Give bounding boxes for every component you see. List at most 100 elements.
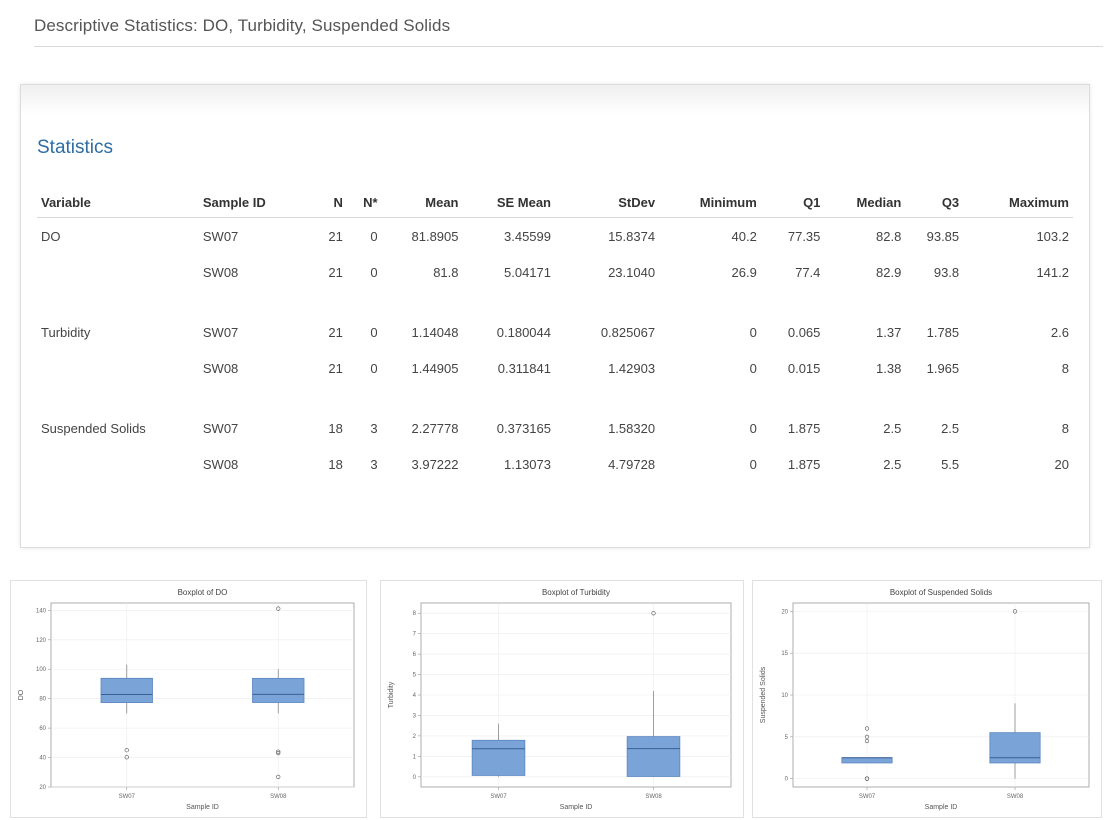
- y-tick-label: 10: [781, 693, 788, 699]
- cell-q3: 1.965: [926, 360, 960, 376]
- cell-minimum: 0: [749, 420, 757, 436]
- y-tick-label: 60: [39, 726, 46, 732]
- y-tick-label: 15: [781, 651, 788, 657]
- y-tick-label: 8: [413, 611, 417, 617]
- cell-variable: [37, 446, 199, 482]
- cell-se-mean: 1.13073: [504, 456, 551, 472]
- cell-q3: 93.8: [933, 264, 960, 280]
- cell-stdev: 1.58320: [608, 420, 656, 436]
- cell-stdev: 1.42903: [608, 360, 656, 376]
- y-tick-label: 4: [413, 693, 417, 699]
- cell-mean: 1.14048: [411, 324, 459, 340]
- cell-maximum: 103.2: [1036, 228, 1069, 244]
- y-axis-label: Suspended Solids: [760, 666, 767, 723]
- table-row: SW08 21 0 1.44905 0.311841 1.42903 0 0.015 1.38 1…: [37, 350, 1073, 386]
- cell-median: 82.8: [876, 228, 902, 244]
- table-row: Turbidity SW07 21 0 1.14048 0.180044 0.825067 0…: [37, 314, 1073, 350]
- column-header: Sample ID: [198, 187, 315, 218]
- statistics-section-title: Statistics: [37, 137, 114, 158]
- cell-n: 21: [328, 360, 343, 376]
- y-tick-label: 5: [413, 673, 417, 679]
- cell-minimum: 0: [749, 456, 757, 472]
- cell-variable: Suspended Solids: [41, 420, 146, 436]
- x-tick-label: SW07: [859, 794, 876, 800]
- y-axis-label: Turbidity: [388, 681, 395, 708]
- cell-minimum: 0: [749, 324, 757, 340]
- cell-stdev: 0.825067: [600, 324, 656, 340]
- cell-sample-id: SW07: [202, 324, 239, 340]
- plot-title: Boxplot of DO: [178, 588, 228, 597]
- x-tick-label: SW08: [270, 794, 287, 800]
- cell-n-star: 3: [370, 420, 378, 436]
- cell-variable: [37, 254, 199, 290]
- row-spacer: [37, 386, 1073, 410]
- cell-n-star: 0: [370, 228, 378, 244]
- column-header: Median: [824, 187, 906, 218]
- y-tick-label: 5: [785, 735, 789, 741]
- page-title: Descriptive Statistics: DO, Turbidity, S…: [34, 16, 451, 35]
- cell-sample-id: SW08: [202, 264, 239, 280]
- cell-n: 21: [328, 228, 343, 244]
- x-axis-label: Sample ID: [925, 804, 958, 811]
- boxplot-card-turbidity: Boxplot of Turbidity 0 1 2 3 4 5 6 7 8 SW07 SW08 Sam…: [380, 580, 744, 818]
- box: [252, 677, 305, 703]
- cell-n: 18: [328, 420, 343, 436]
- table-row: Suspended Solids SW07 18 3 2.27778 0.373165 1.…: [37, 410, 1073, 446]
- table-row: SW08 18 3 3.97222 1.13073 4.79728 0 1.875 2.5 5.5…: [37, 446, 1073, 482]
- box: [989, 732, 1041, 764]
- cell-stdev: 4.79728: [608, 456, 656, 472]
- cell-q1: 1.875: [787, 420, 821, 436]
- y-tick-label: 20: [781, 609, 788, 615]
- table-row: DO SW07 21 0 81.8905 3.45599 15.8374 40.2 77.35 8…: [37, 218, 1073, 255]
- y-tick-label: 20: [39, 785, 46, 791]
- y-tick-label: 0: [785, 777, 789, 783]
- cell-se-mean: 0.180044: [496, 324, 551, 340]
- cell-median: 2.5: [883, 456, 902, 472]
- column-header: Mean: [381, 187, 463, 218]
- statistics-table: Variable Sample ID N N* Mean SE Mean StD…: [37, 187, 1073, 482]
- column-header: Q3: [905, 187, 964, 218]
- cell-se-mean: 0.311841: [497, 360, 551, 376]
- cell-sample-id: SW07: [202, 420, 239, 436]
- spacer-cell: [37, 386, 1073, 410]
- cell-mean: 3.97222: [411, 456, 459, 472]
- cell-sample-id: SW08: [202, 456, 239, 472]
- cell-n-star: 0: [370, 264, 378, 280]
- x-axis-label: Sample ID: [186, 804, 219, 811]
- cell-q1: 1.875: [787, 456, 821, 472]
- boxplot-do: Boxplot of DO 20 40 60 80 100 120 140 SW07 SW08 Sa…: [18, 588, 355, 811]
- y-tick-label: 6: [413, 652, 417, 658]
- y-tick-label: 2: [413, 734, 417, 740]
- y-tick-label: 40: [39, 756, 46, 762]
- cell-q1: 0.015: [787, 360, 821, 376]
- column-header: StDev: [555, 187, 660, 218]
- y-tick-label: 80: [39, 697, 46, 703]
- boxplot-card-do: Boxplot of DO 20 40 60 80 100 120 140 SW07 SW08 Sa…: [10, 580, 367, 818]
- cell-mean: 81.8: [433, 264, 459, 280]
- spacer-cell: [37, 290, 1073, 314]
- statistics-panel: Statistics Variable Sample ID N N* Mean …: [20, 84, 1090, 548]
- table-header-row: Variable Sample ID N N* Mean SE Mean StD…: [37, 187, 1073, 218]
- cell-mean: 81.8905: [411, 228, 459, 244]
- cell-se-mean: 3.45599: [504, 228, 551, 244]
- y-tick-label: 120: [36, 638, 47, 644]
- cell-q3: 5.5: [941, 456, 960, 472]
- title-divider: [34, 46, 1103, 47]
- column-header: N: [314, 187, 347, 218]
- cell-median: 1.37: [876, 324, 902, 340]
- cell-stdev: 23.1040: [608, 264, 656, 280]
- box: [471, 739, 526, 776]
- cell-median: 82.9: [876, 264, 902, 280]
- cell-maximum: 2.6: [1050, 324, 1069, 340]
- box: [841, 757, 893, 764]
- cell-q3: 2.5: [941, 420, 960, 436]
- y-tick-label: 0: [413, 775, 417, 781]
- plot-frame: [50, 602, 355, 788]
- cell-minimum: 40.2: [731, 228, 757, 244]
- cell-minimum: 0: [749, 360, 757, 376]
- cell-mean: 2.27778: [411, 420, 459, 436]
- cell-median: 2.5: [883, 420, 902, 436]
- cell-sample-id: SW07: [202, 228, 239, 244]
- cell-n-star: 0: [370, 324, 378, 340]
- x-tick-label: SW08: [1007, 794, 1024, 800]
